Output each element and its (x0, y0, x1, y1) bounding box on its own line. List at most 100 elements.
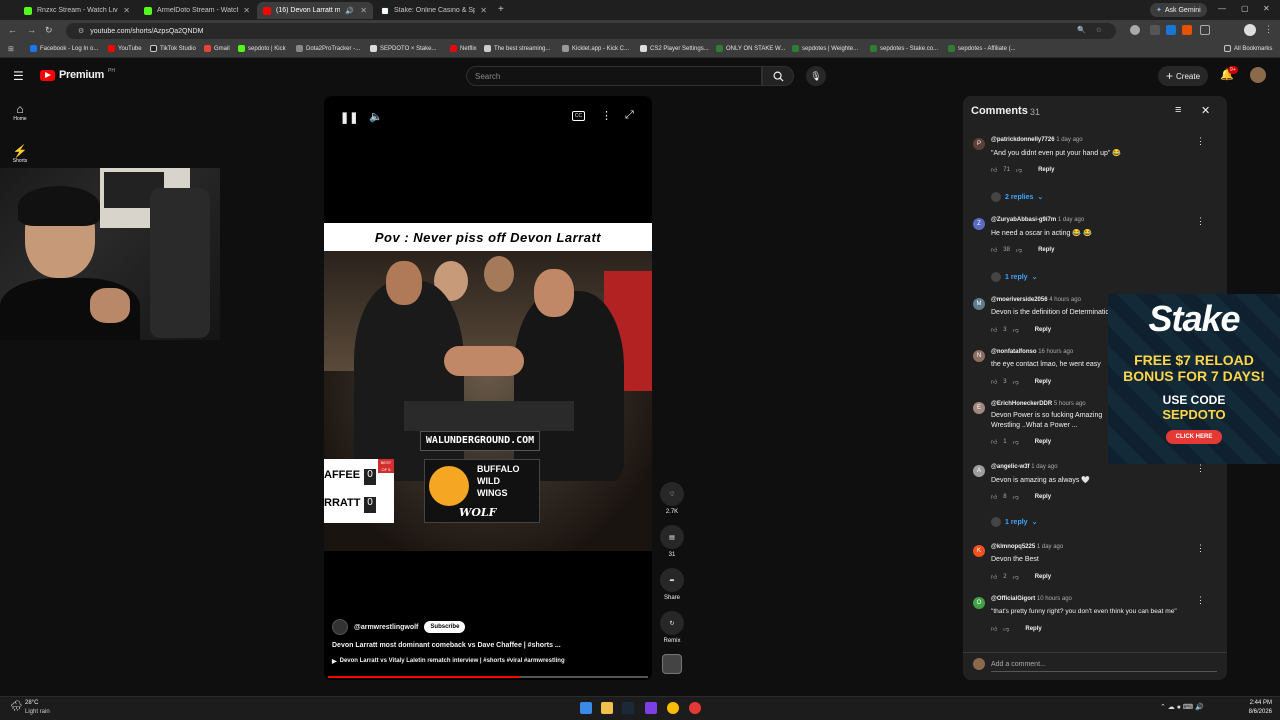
comments-button[interactable]: ▤ 31 (660, 525, 684, 558)
avatar[interactable]: M (973, 298, 985, 310)
comment-menu-icon[interactable]: ⋮ (1196, 216, 1205, 227)
remix-button[interactable]: ↻ Remix (660, 611, 684, 644)
channel-name[interactable]: @armwrestlingwolf (354, 624, 418, 631)
tab-youtube-active[interactable]: (16) Devon Larratt most dominant 🔊 ✕ (257, 2, 373, 19)
minimize-icon[interactable]: — (1218, 4, 1226, 13)
comment-menu-icon[interactable]: ⋮ (1196, 543, 1205, 554)
thumbs-up-icon[interactable]: 👍︎ (991, 625, 997, 633)
view-replies-button[interactable]: 2 replies ⌄ (991, 192, 1043, 202)
avatar[interactable]: N (973, 350, 985, 362)
search-input[interactable]: Search (466, 66, 762, 86)
bookmark-item[interactable]: sepdotes - Affiliate (... (948, 45, 1016, 52)
hamburger-menu-icon[interactable]: ☰ (13, 69, 24, 83)
comment-handle[interactable]: @angelic-w3f 1 day ago (991, 464, 1058, 470)
extension-icon[interactable] (1166, 25, 1176, 35)
thumbs-down-icon[interactable]: 👎︎ (1013, 438, 1019, 446)
add-comment-input[interactable]: Add a comment... (991, 658, 1217, 672)
view-replies-button[interactable]: 1 reply ⌄ (991, 517, 1037, 527)
profile-avatar[interactable] (1244, 24, 1256, 36)
avatar[interactable]: E (973, 402, 985, 414)
reply-button[interactable]: Reply (1035, 494, 1051, 500)
video-title[interactable]: Devon Larratt most dominant comeback vs … (332, 642, 561, 649)
thumbs-down-icon[interactable]: 👎︎ (1013, 573, 1019, 581)
comment-menu-icon[interactable]: ⋮ (1196, 136, 1205, 147)
address-bar[interactable]: ⚙ youtube.com/shorts/AzpsQa2QNDM 🔍 ☆ (66, 23, 1116, 39)
bookmark-item[interactable]: Kicklet.app - Kick C... (562, 45, 629, 52)
reply-button[interactable]: Reply (1038, 247, 1054, 253)
like-button[interactable]: ♡ 2.7K (660, 482, 684, 515)
captions-icon[interactable]: CC (572, 111, 585, 121)
reply-button[interactable]: Reply (1035, 574, 1051, 580)
bookmark-item[interactable]: Netflix (450, 45, 477, 52)
bookmark-item[interactable]: Gmail (204, 45, 230, 52)
subscribe-button[interactable]: Subscribe (424, 621, 466, 633)
shorts-video-player[interactable]: ❚❚ 🔈 CC ⋮ ⤢ Pov : Never piss off Devon L… (324, 96, 652, 680)
share-button[interactable]: ➦ Share (660, 568, 684, 601)
comment-handle[interactable]: @ZuryabAbbasi-g9i7m 1 day ago (991, 217, 1084, 223)
bookmark-item[interactable]: sepdotes | Weighte... (792, 45, 858, 52)
thumbs-up-icon[interactable]: 👍︎ (991, 246, 997, 254)
nav-home[interactable]: ⌂ Home (6, 102, 34, 122)
obs-icon[interactable] (689, 702, 701, 714)
close-tab-icon[interactable]: ✕ (123, 6, 130, 15)
comment-handle[interactable]: @moeriverside2056 4 hours ago (991, 297, 1081, 303)
menu-kebab-icon[interactable]: ⋮ (1264, 24, 1273, 35)
tab-rnzxc[interactable]: Rnzxc Stream - Watch Live on Kick ✕ (18, 2, 136, 19)
file-explorer-icon[interactable] (601, 702, 613, 714)
bookmark-item[interactable]: Facebook - Log In o... (30, 45, 98, 52)
reload-icon[interactable]: ↻ (45, 25, 53, 36)
channel-avatar[interactable] (332, 619, 348, 635)
view-replies-button[interactable]: 1 reply ⌄ (991, 272, 1037, 282)
bookmark-item[interactable]: TikTok Studio (150, 45, 196, 52)
youtube-logo[interactable]: Premium PH (40, 68, 115, 81)
search-button[interactable] (762, 66, 794, 86)
tab-armeldoto[interactable]: ArmelDoto Stream - Watch Live on Kick ✕ (138, 2, 256, 19)
pause-icon[interactable]: ❚❚ (340, 111, 358, 124)
extension-icon[interactable] (1130, 25, 1140, 35)
extension-icon[interactable] (1150, 25, 1160, 35)
bookmark-item[interactable]: ONLY ON STAKE W... (716, 45, 785, 52)
comment-handle[interactable]: @patrickdonnelly7726 1 day ago (991, 137, 1083, 143)
reply-button[interactable]: Reply (1035, 439, 1051, 445)
apps-grid-icon[interactable]: ⊞ (8, 45, 14, 53)
close-window-icon[interactable]: ✕ (1263, 4, 1270, 13)
thumbs-down-icon[interactable]: 👎︎ (1013, 378, 1019, 386)
maximize-icon[interactable]: ▢ (1241, 4, 1249, 13)
reply-button[interactable]: Reply (1025, 626, 1041, 632)
volume-icon[interactable]: 🔈 (369, 110, 383, 123)
avatar[interactable]: O (973, 597, 985, 609)
bookmark-star-icon[interactable]: ☆ (1096, 26, 1102, 34)
extensions-puzzle-icon[interactable] (1200, 25, 1210, 35)
steam-icon[interactable] (622, 702, 634, 714)
thumbs-up-icon[interactable]: 👍︎ (991, 166, 997, 174)
reply-button[interactable]: Reply (1035, 327, 1051, 333)
thumbs-down-icon[interactable]: 👎︎ (1016, 246, 1022, 254)
discord-icon[interactable] (645, 702, 657, 714)
reply-button[interactable]: Reply (1038, 167, 1054, 173)
thumbs-down-icon[interactable]: 👎︎ (1013, 326, 1019, 334)
comment-handle[interactable]: @OfficialGigort 10 hours ago (991, 596, 1072, 602)
avatar[interactable]: A (973, 465, 985, 477)
back-icon[interactable]: ← (8, 25, 17, 35)
forward-icon[interactable]: → (27, 25, 36, 35)
create-button[interactable]: + Create (1158, 66, 1208, 86)
nav-shorts[interactable]: ⚡ Shorts (6, 144, 34, 164)
system-tray-icons[interactable]: ⌃ ☁ ● ⌨ 🔊 (1160, 703, 1204, 711)
account-avatar[interactable] (1250, 67, 1266, 83)
comment-handle[interactable]: @ErichHoneckerDDR 5 hours ago (991, 401, 1086, 407)
voice-search-button[interactable]: 🎙 (806, 66, 826, 86)
bookmark-item[interactable]: sepdotes - Stake.co... (870, 45, 938, 52)
avatar[interactable]: P (973, 138, 985, 150)
zoom-icon[interactable]: 🔍 (1077, 26, 1086, 34)
speaker-icon[interactable]: 🔊 (345, 7, 354, 15)
thumbs-up-icon[interactable]: 👍︎ (991, 438, 997, 446)
thumbs-up-icon[interactable]: 👍︎ (991, 378, 997, 386)
close-tab-icon[interactable]: ✕ (480, 6, 487, 15)
tab-stake[interactable]: Stake: Online Casino & Sports Betting ✕ (375, 2, 493, 19)
thumbs-down-icon[interactable]: 👎︎ (1003, 625, 1009, 633)
thumbs-down-icon[interactable]: 👎︎ (1013, 493, 1019, 501)
windows-start-icon[interactable] (580, 702, 592, 714)
extension-icon[interactable] (1182, 25, 1192, 35)
stake-ad-overlay[interactable]: Stake FREE $7 RELOAD BONUS FOR 7 DAYS! U… (1108, 294, 1280, 464)
avatar[interactable]: K (973, 545, 985, 557)
